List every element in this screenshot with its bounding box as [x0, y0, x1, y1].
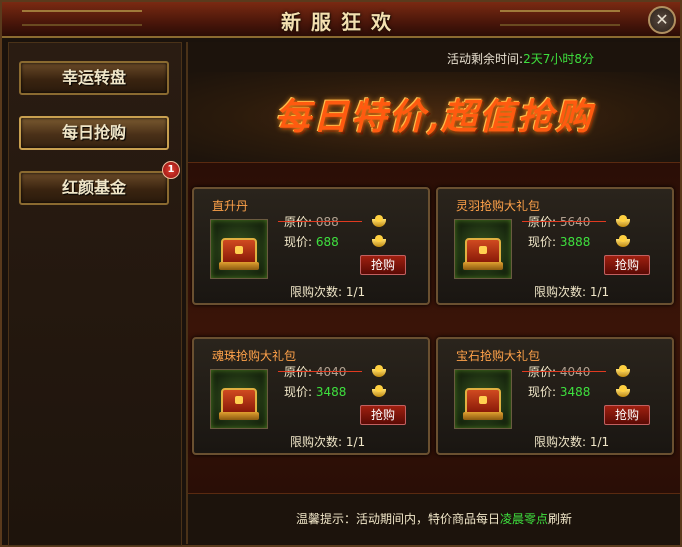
items-grid: 直升丹 原价: 088 现价: 688 抢购 限购次数: 1/1 灵羽抢购大礼包…: [188, 162, 680, 494]
sidebar-item-daily-sale[interactable]: 每日抢购: [19, 116, 169, 150]
buy-button[interactable]: 抢购: [604, 405, 650, 425]
event-window: 新服狂欢 ✕ 幸运转盘 每日抢购 红颜基金 1 活动剩余时间:2天7小时8分 每…: [0, 0, 682, 547]
chest-icon: [219, 238, 259, 270]
sidebar: 幸运转盘 每日抢购 红颜基金 1: [8, 42, 182, 546]
buy-button[interactable]: 抢购: [604, 255, 650, 275]
window-title: 新服狂欢: [281, 10, 401, 34]
gold-ingot-icon: [614, 235, 632, 247]
item-name: 宝石抢购大礼包: [456, 349, 541, 363]
item-card: 直升丹 原价: 088 现价: 688 抢购 限购次数: 1/1: [192, 187, 430, 305]
countdown-timer: 活动剩余时间:2天7小时8分: [447, 50, 594, 67]
sidebar-item-label: 幸运转盘: [61, 68, 126, 87]
purchase-limit: 限购次数: 1/1: [534, 435, 610, 449]
current-price: 现价: 3888: [528, 233, 590, 250]
banner-title: 每日特价,超值抢购: [274, 96, 594, 138]
original-price-label: 原价:: [284, 365, 313, 379]
buy-button[interactable]: 抢购: [360, 255, 406, 275]
gold-ingot-icon: [370, 215, 388, 227]
sidebar-item-label: 每日抢购: [61, 123, 126, 142]
hint-highlight: 凌晨零点: [499, 512, 548, 526]
timer-label: 活动剩余时间:: [447, 52, 524, 66]
original-price-value: 088: [315, 215, 339, 229]
item-name: 直升丹: [212, 199, 249, 213]
timer-value: 2天7小时8分: [523, 52, 594, 66]
current-price: 现价: 3488: [528, 383, 590, 400]
current-price-value: 688: [315, 235, 339, 249]
current-price-value: 3888: [559, 235, 591, 249]
current-price-label: 现价:: [528, 235, 557, 249]
sidebar-item-beauty-fund[interactable]: 红颜基金 1: [19, 161, 180, 205]
original-price-label: 原价:: [528, 215, 557, 229]
gold-ingot-icon: [614, 385, 632, 397]
hint-prefix: 温馨提示：活动期间内，特价商品每日: [295, 512, 500, 526]
item-image[interactable]: [210, 219, 268, 279]
strikethrough-line: [278, 371, 362, 372]
promo-banner: 每日特价,超值抢购: [188, 72, 680, 162]
title-bar: 新服狂欢 ✕: [2, 2, 680, 38]
current-price-value: 3488: [559, 385, 591, 399]
chest-icon: [463, 238, 503, 270]
hint-suffix: 刷新: [548, 512, 573, 526]
item-card: 魂珠抢购大礼包 原价: 4040 现价: 3488 抢购 限购次数: 1/1: [192, 337, 430, 455]
buy-button[interactable]: 抢购: [360, 405, 406, 425]
current-price: 现价: 688: [284, 233, 339, 250]
item-name: 灵羽抢购大礼包: [456, 199, 541, 213]
original-price-label: 原价:: [284, 215, 313, 229]
item-card: 宝石抢购大礼包 原价: 4040 现价: 3488 抢购 限购次数: 1/1: [436, 337, 674, 455]
main-panel: 活动剩余时间:2天7小时8分 每日特价,超值抢购 直升丹 原价: 088 现价:…: [186, 42, 680, 544]
current-price-label: 现价:: [284, 385, 313, 399]
current-price-label: 现价:: [284, 235, 313, 249]
sidebar-item-lucky-wheel[interactable]: 幸运转盘: [19, 61, 169, 95]
purchase-limit: 限购次数: 1/1: [290, 435, 366, 449]
original-price-value: 4040: [315, 365, 347, 379]
close-icon[interactable]: ✕: [648, 6, 676, 34]
gold-ingot-icon: [370, 235, 388, 247]
purchase-limit: 限购次数: 1/1: [290, 285, 366, 299]
original-price-value: 5640: [559, 215, 591, 229]
item-name: 魂珠抢购大礼包: [212, 349, 297, 363]
current-price-label: 现价:: [528, 385, 557, 399]
sidebar-item-label: 红颜基金: [61, 178, 126, 197]
original-price-label: 原价:: [528, 365, 557, 379]
item-card: 灵羽抢购大礼包 原价: 5640 现价: 3888 抢购 限购次数: 1/1: [436, 187, 674, 305]
item-image[interactable]: [454, 219, 512, 279]
item-image[interactable]: [454, 369, 512, 429]
strikethrough-line: [522, 371, 606, 372]
hint-text: 温馨提示：活动期间内，特价商品每日凌晨零点刷新: [188, 510, 680, 527]
purchase-limit: 限购次数: 1/1: [534, 285, 610, 299]
chest-icon: [219, 388, 259, 420]
item-image[interactable]: [210, 369, 268, 429]
gold-ingot-icon: [614, 365, 632, 377]
gold-ingot-icon: [614, 215, 632, 227]
notification-badge: 1: [162, 161, 180, 179]
strikethrough-line: [522, 221, 606, 222]
current-price-value: 3488: [315, 385, 347, 399]
chest-icon: [463, 388, 503, 420]
gold-ingot-icon: [370, 365, 388, 377]
original-price-value: 4040: [559, 365, 591, 379]
gold-ingot-icon: [370, 385, 388, 397]
current-price: 现价: 3488: [284, 383, 346, 400]
strikethrough-line: [278, 221, 362, 222]
